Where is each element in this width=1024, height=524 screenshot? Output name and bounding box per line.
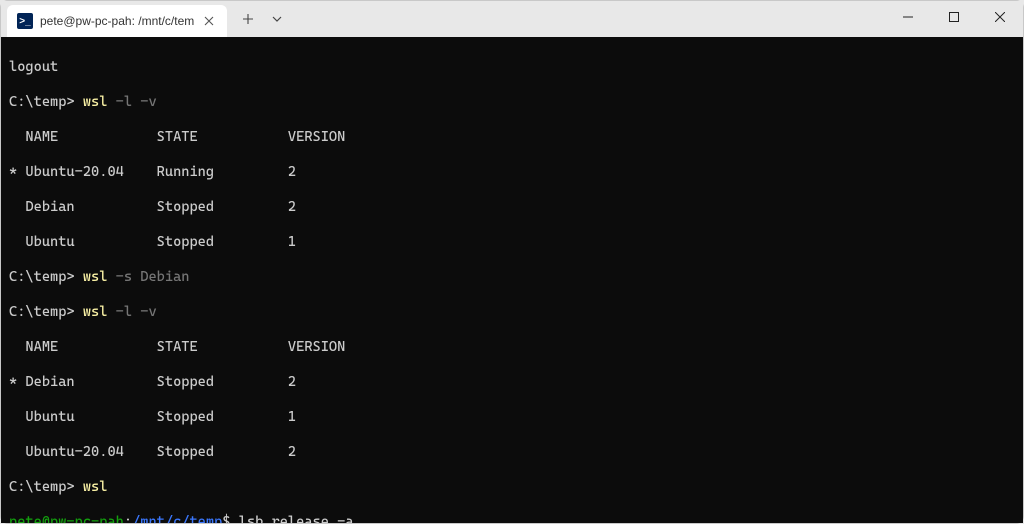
powershell-icon: >_ — [17, 13, 33, 29]
maximize-icon — [949, 12, 959, 22]
prompt-line: C:\temp> wsl -l -v — [9, 94, 1015, 112]
maximize-button[interactable] — [931, 1, 977, 33]
close-icon — [995, 12, 1005, 22]
output-line: Ubuntu Stopped 1 — [9, 409, 1015, 427]
prompt-line: C:\temp> wsl — [9, 479, 1015, 497]
output-line: * Ubuntu-20.04 Running 2 — [9, 164, 1015, 182]
new-tab-button[interactable] — [231, 4, 265, 34]
window-controls — [885, 1, 1023, 37]
new-tab-dropdown[interactable] — [265, 4, 289, 34]
plus-icon — [242, 13, 254, 25]
tab-close-button[interactable] — [201, 13, 217, 29]
chevron-down-icon — [272, 14, 282, 24]
close-icon — [204, 16, 214, 26]
output-line: NAME STATE VERSION — [9, 339, 1015, 357]
tab-active[interactable]: >_ pete@pw-pc-pah: /mnt/c/tem — [7, 5, 227, 37]
prompt-line: C:\temp> wsl -s Debian — [9, 269, 1015, 287]
output-line: logout — [9, 59, 1015, 77]
titlebar: >_ pete@pw-pc-pah: /mnt/c/tem — [1, 1, 1023, 37]
new-tab-group — [227, 1, 293, 37]
tab-strip: >_ pete@pw-pc-pah: /mnt/c/tem — [1, 1, 227, 37]
output-line: Ubuntu Stopped 1 — [9, 234, 1015, 252]
tab-title: pete@pw-pc-pah: /mnt/c/tem — [40, 14, 194, 28]
titlebar-drag-area[interactable] — [293, 1, 885, 37]
minimize-icon — [903, 12, 913, 22]
output-line: NAME STATE VERSION — [9, 129, 1015, 147]
output-line: Ubuntu-20.04 Stopped 2 — [9, 444, 1015, 462]
prompt-line: C:\temp> wsl -l -v — [9, 304, 1015, 322]
output-line: * Debian Stopped 2 — [9, 374, 1015, 392]
prompt-line: pete@pw-pc-pah:/mnt/c/temp$ lsb_release … — [9, 514, 1015, 524]
window-close-button[interactable] — [977, 1, 1023, 33]
terminal-viewport[interactable]: logout C:\temp> wsl -l -v NAME STATE VER… — [1, 37, 1023, 523]
output-line: Debian Stopped 2 — [9, 199, 1015, 217]
minimize-button[interactable] — [885, 1, 931, 33]
